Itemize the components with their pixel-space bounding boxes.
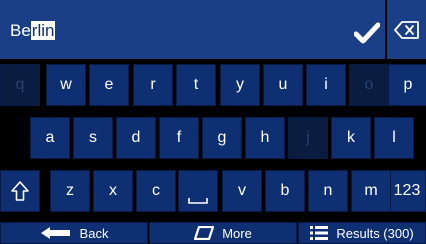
key-z[interactable]: z — [50, 170, 90, 212]
key-d[interactable]: d — [116, 117, 156, 159]
key-o: o — [349, 64, 389, 106]
results-label: Results (300) — [336, 225, 414, 241]
key-k[interactable]: k — [331, 117, 371, 159]
back-label: Back — [79, 225, 109, 241]
back-button[interactable]: Back — [0, 222, 148, 244]
key-f[interactable]: f — [159, 117, 199, 159]
shift-key[interactable] — [0, 170, 40, 212]
rounded-rectangle-icon — [194, 226, 215, 240]
search-input-bar[interactable]: Berlin — [0, 0, 385, 61]
key-c[interactable]: c — [136, 170, 176, 212]
more-label: More — [222, 225, 252, 241]
list-icon — [310, 226, 329, 240]
key-m[interactable]: m — [351, 170, 391, 212]
space-key[interactable] — [178, 170, 218, 212]
backspace-button[interactable] — [387, 0, 426, 59]
key-h[interactable]: h — [245, 117, 285, 159]
key-j: j — [288, 117, 328, 159]
key-y[interactable]: y — [220, 64, 260, 106]
confirm-button[interactable] — [352, 18, 382, 48]
key-x[interactable]: x — [93, 170, 133, 212]
key-w[interactable]: w — [46, 64, 86, 106]
key-s[interactable]: s — [73, 117, 113, 159]
results-button[interactable]: Results (300) — [298, 222, 426, 244]
key-v[interactable]: v — [222, 170, 262, 212]
key-p[interactable]: p — [388, 64, 426, 106]
key-i[interactable]: i — [306, 64, 346, 106]
key-n[interactable]: n — [308, 170, 348, 212]
key-a[interactable]: a — [30, 117, 70, 159]
key-l[interactable]: l — [374, 117, 414, 159]
key-b[interactable]: b — [265, 170, 305, 212]
numbers-key[interactable]: 123 — [388, 170, 426, 212]
space-bar-icon — [188, 198, 208, 204]
checkmark-icon — [354, 22, 380, 44]
keyboard-screen: Berlin qwertyuiop asdfghjkl 123 zxc vbnm — [0, 0, 426, 244]
key-r[interactable]: r — [133, 64, 173, 106]
backspace-icon — [393, 20, 419, 39]
key-e[interactable]: e — [89, 64, 129, 106]
shift-arrow-icon — [11, 181, 29, 201]
key-u[interactable]: u — [263, 64, 303, 106]
key-g[interactable]: g — [202, 117, 242, 159]
arrow-left-icon — [40, 227, 70, 239]
autocomplete-suggestion: rlin — [30, 21, 56, 40]
key-q: q — [0, 64, 40, 106]
more-button[interactable]: More — [149, 222, 297, 244]
search-input[interactable]: Berlin — [10, 20, 56, 42]
key-t[interactable]: t — [176, 64, 216, 106]
typed-text: Be — [10, 21, 31, 40]
